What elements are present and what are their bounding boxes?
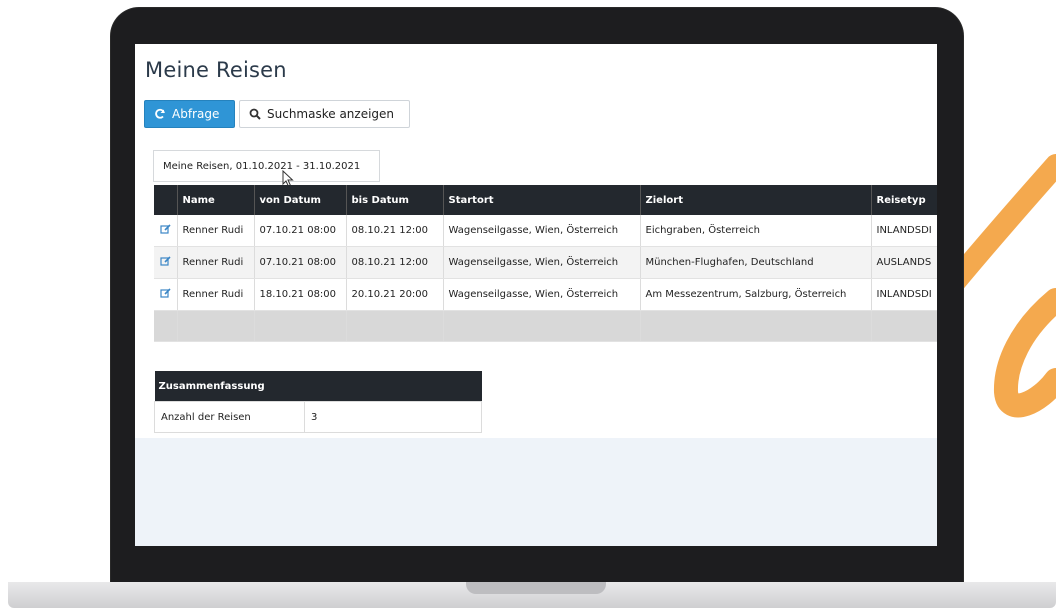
cell-von-datum: 07.10.21 08:00 (254, 215, 347, 247)
cell-zielort: Am Messezentrum, Salzburg, Österreich (640, 278, 872, 311)
table-row: Renner Rudi 07.10.21 08:00 08.10.21 12:0… (154, 246, 937, 279)
cell-bis-datum: 08.10.21 12:00 (346, 215, 444, 247)
cell-name: Renner Rudi (177, 246, 255, 279)
table-footer-row (154, 310, 937, 342)
cell-reisetyp: INLANDSDI (871, 278, 937, 311)
column-header-startort[interactable]: Startort (443, 185, 641, 215)
cell-bis-datum: 08.10.21 12:00 (346, 246, 444, 279)
laptop-notch (466, 582, 606, 594)
summary-row: Anzahl der Reisen 3 (154, 401, 482, 433)
edit-icon[interactable] (160, 223, 171, 235)
page-title: Meine Reisen (145, 58, 287, 82)
query-button-label: Abfrage (172, 107, 220, 121)
column-header-name[interactable]: Name (177, 185, 255, 215)
table-header-row: Name von Datum bis Datum Startort Zielor… (154, 185, 937, 215)
summary-value: 3 (304, 401, 482, 433)
query-button[interactable]: Abfrage (144, 100, 235, 128)
column-header-zielort[interactable]: Zielort (640, 185, 872, 215)
search-icon (249, 108, 261, 120)
column-header-reisetyp[interactable]: Reisetyp (871, 185, 937, 215)
cell-von-datum: 07.10.21 08:00 (254, 246, 347, 279)
edit-icon[interactable] (160, 255, 171, 267)
trips-table: Name von Datum bis Datum Startort Zielor… (154, 185, 937, 342)
laptop-screen: Meine Reisen Abfrage Suchmaske anzeigen … (135, 44, 937, 546)
cell-bis-datum: 20.10.21 20:00 (346, 278, 444, 311)
edit-cell[interactable] (154, 246, 178, 279)
summary-table: Zusammenfassung Anzahl der Reisen 3 (154, 371, 482, 433)
empty-content-area (135, 438, 937, 546)
column-header-edit (154, 185, 178, 215)
cell-startort: Wagenseilgasse, Wien, Österreich (443, 246, 641, 279)
column-header-von-datum[interactable]: von Datum (254, 185, 347, 215)
cell-zielort: Eichgraben, Österreich (640, 215, 872, 247)
summary-title: Zusammenfassung (154, 371, 482, 402)
cell-name: Renner Rudi (177, 278, 255, 311)
cell-name: Renner Rudi (177, 215, 255, 247)
search-mask-button[interactable]: Suchmaske anzeigen (239, 100, 410, 128)
cell-startort: Wagenseilgasse, Wien, Österreich (443, 278, 641, 311)
cell-zielort: München-Flughafen, Deutschland (640, 246, 872, 279)
report-caption: Meine Reisen, 01.10.2021 - 31.10.2021 (153, 150, 380, 182)
cell-von-datum: 18.10.21 08:00 (254, 278, 347, 311)
edit-cell[interactable] (154, 278, 178, 311)
cell-reisetyp: INLANDSDI (871, 215, 937, 247)
table-row: Renner Rudi 07.10.21 08:00 08.10.21 12:0… (154, 215, 937, 247)
column-header-bis-datum[interactable]: bis Datum (346, 185, 444, 215)
cell-reisetyp: AUSLANDS (871, 246, 937, 279)
edit-cell[interactable] (154, 215, 178, 247)
cell-startort: Wagenseilgasse, Wien, Österreich (443, 215, 641, 247)
search-mask-button-label: Suchmaske anzeigen (267, 107, 395, 121)
app-content: Meine Reisen Abfrage Suchmaske anzeigen … (135, 44, 937, 438)
edit-icon[interactable] (160, 287, 171, 299)
refresh-icon (154, 108, 166, 120)
table-row: Renner Rudi 18.10.21 08:00 20.10.21 20:0… (154, 278, 937, 311)
summary-label: Anzahl der Reisen (154, 401, 305, 433)
